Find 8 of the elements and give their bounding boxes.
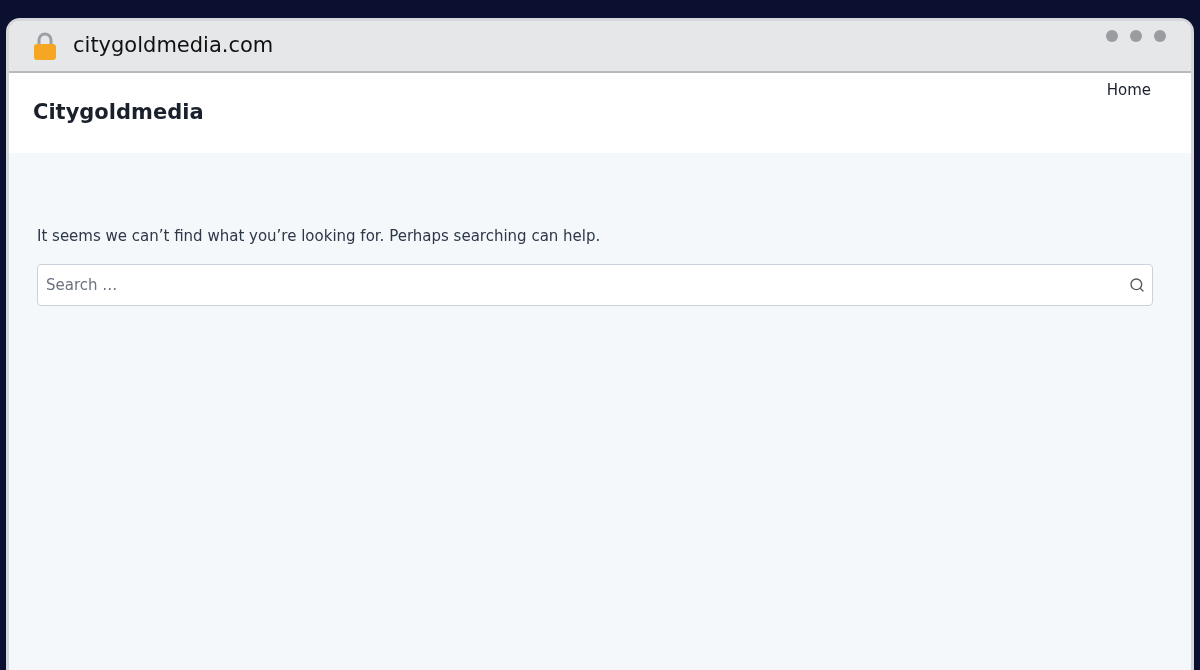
- lock-icon: [33, 31, 57, 61]
- site-title[interactable]: Citygoldmedia: [33, 97, 204, 129]
- nav-link[interactable]: Home: [1106, 79, 1167, 102]
- url-text[interactable]: citygoldmedia.com: [73, 30, 274, 62]
- window-dots-icon: [1105, 29, 1167, 43]
- not-found-message: It seems we can’t find what you’re looking for. Perhaps searching can help.: [37, 226, 602, 247]
- search-field[interactable]: Search …: [37, 263, 1153, 306]
- search-icon[interactable]: [1129, 276, 1145, 293]
